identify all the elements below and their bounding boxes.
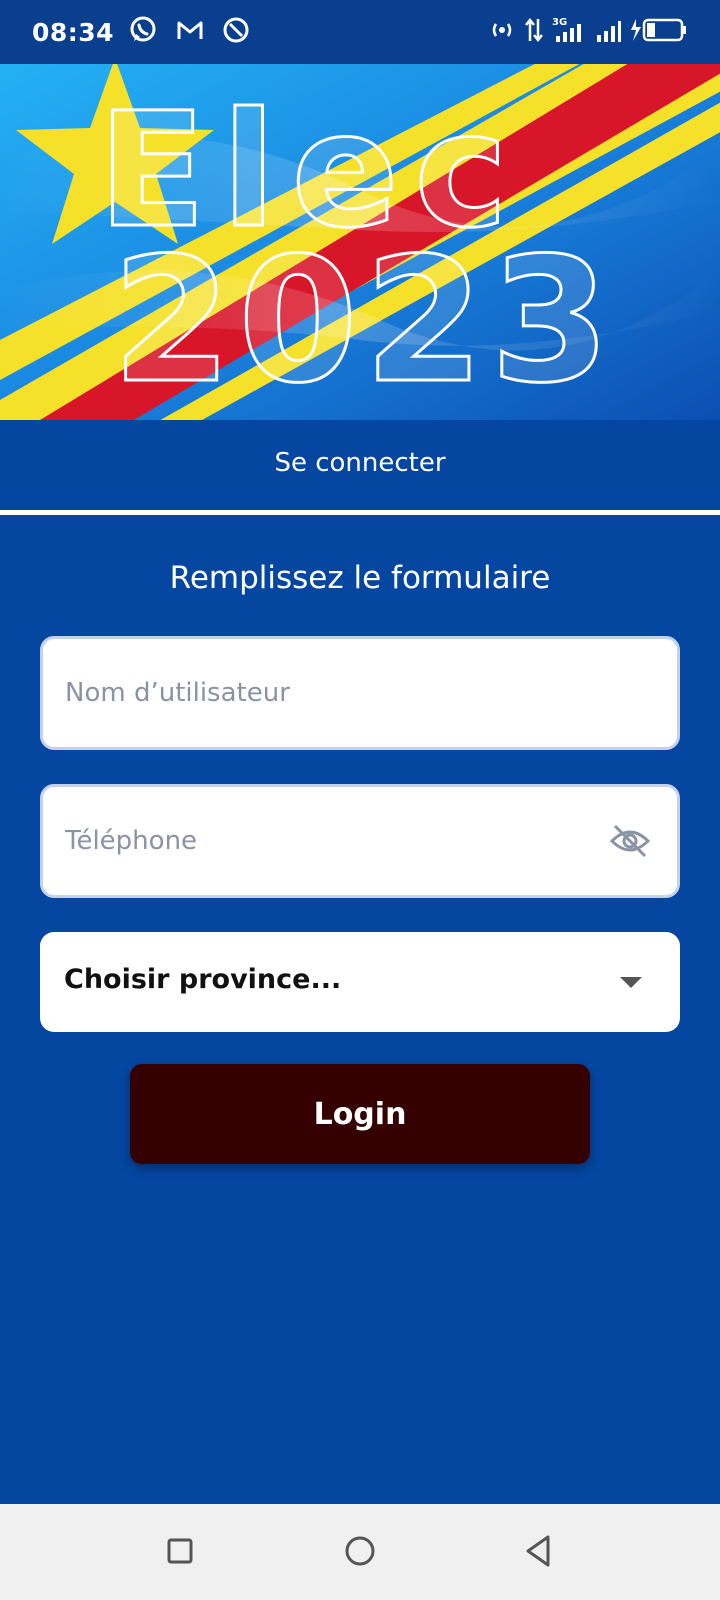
battery-charging-icon [630,17,688,47]
hotspot-icon [488,18,516,46]
status-time: 08:34 [32,17,115,47]
whatsapp-icon [128,15,158,49]
header-banner: Elec 2023 [0,40,720,420]
form-title: Remplissez le formulaire [169,560,551,596]
gmail-icon [176,19,204,45]
tab-se-connecter-label: Se connecter [274,448,446,478]
recents-icon[interactable] [164,1530,196,1578]
network-3g-signal-icon: 3G [552,16,588,48]
username-field[interactable] [40,636,680,750]
back-icon[interactable] [522,1530,556,1578]
province-select-value: Choisir province... [64,964,342,995]
username-input[interactable] [65,639,585,747]
eye-off-icon[interactable] [609,823,651,863]
login-tab[interactable]: Se connecter [0,420,720,514]
phone-input[interactable] [65,787,585,895]
signal-icon [596,17,622,47]
province-select[interactable]: Choisir province... [40,932,680,1032]
dropdown-arrow-icon [620,977,642,988]
data-transfer-icon [524,17,544,47]
svg-text:3G: 3G [552,17,567,28]
home-icon[interactable] [342,1530,378,1578]
navigation-bar [0,1504,720,1600]
tab-indicator [0,510,720,515]
vpn-icon [222,16,250,48]
login-button[interactable]: Login [130,1064,590,1164]
flag-image: Elec 2023 [0,40,720,420]
phone-field[interactable] [40,784,680,898]
status-bar: 08:34 3G [0,0,720,64]
